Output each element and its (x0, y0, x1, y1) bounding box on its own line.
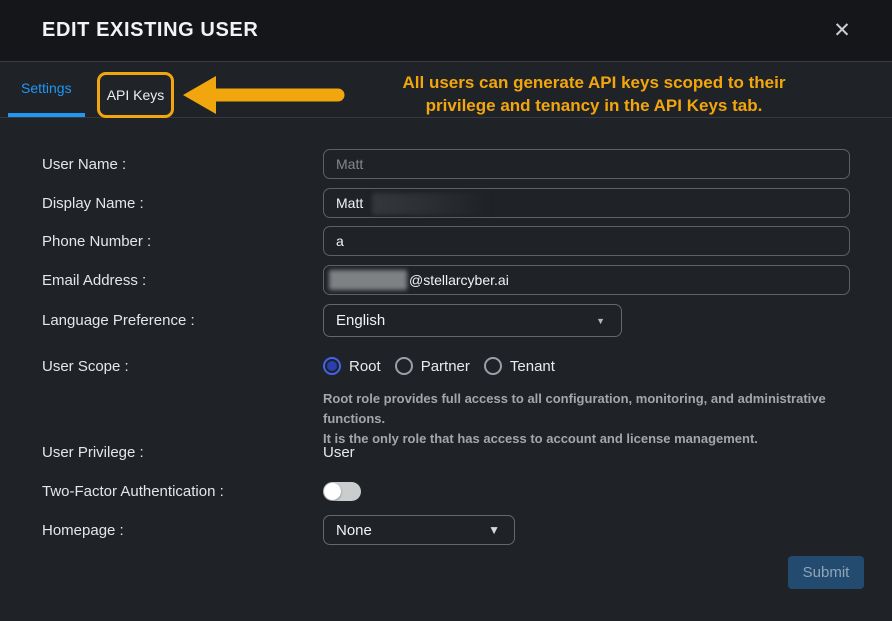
language-label: Language Preference : (42, 312, 323, 329)
privilege-label: User Privilege : (42, 444, 323, 461)
radio-root[interactable]: Root (323, 357, 381, 375)
language-value: English (336, 312, 385, 329)
user-name-placeholder: Matt (336, 156, 363, 172)
toggle-knob (324, 483, 341, 500)
tab-settings[interactable]: Settings (8, 62, 85, 117)
homepage-value: None (336, 522, 372, 539)
phone-value: a (336, 233, 344, 249)
tab-api-keys[interactable]: API Keys (97, 72, 174, 118)
chevron-down-icon: ▼ (596, 316, 605, 326)
display-name-row: Display Name : Matt (42, 188, 850, 218)
tab-bar: Settings API Keys All users can generate… (0, 62, 892, 118)
annotation-arrow-icon (180, 72, 348, 118)
user-scope-label: User Scope : (42, 358, 323, 375)
redacted-text (329, 270, 407, 290)
two-factor-row: Two-Factor Authentication : (42, 480, 850, 502)
page-title: EDIT EXISTING USER (42, 19, 258, 42)
phone-label: Phone Number : (42, 233, 323, 250)
user-scope-radios: Root Partner Tenant (323, 357, 569, 375)
user-name-input[interactable]: Matt (323, 149, 850, 179)
user-scope-help: Root role provides full access to all co… (323, 389, 863, 449)
homepage-row: Homepage : None ▼ (42, 515, 850, 545)
radio-selected-icon (323, 357, 341, 375)
help-line-1: Root role provides full access to all co… (323, 389, 863, 429)
annotation-line-1: All users can generate API keys scoped t… (348, 71, 840, 94)
display-name-value: Matt (336, 195, 363, 211)
modal-header: EDIT EXISTING USER ✕ (0, 0, 892, 62)
display-name-label: Display Name : (42, 195, 323, 212)
privilege-value: User (323, 444, 355, 461)
settings-form: User Name : Matt Display Name : Matt Pho… (0, 118, 892, 621)
annotation-line-2: privilege and tenancy in the API Keys ta… (348, 94, 840, 117)
user-name-label: User Name : (42, 156, 323, 173)
radio-unselected-icon (395, 357, 413, 375)
email-input[interactable]: @stellarcyber.ai (323, 265, 850, 295)
edit-user-modal: EDIT EXISTING USER ✕ Settings API Keys A… (0, 0, 892, 621)
phone-input[interactable]: a (323, 226, 850, 256)
homepage-label: Homepage : (42, 522, 323, 539)
email-value: @stellarcyber.ai (409, 272, 509, 288)
radio-unselected-icon (484, 357, 502, 375)
homepage-select[interactable]: None ▼ (323, 515, 515, 545)
radio-tenant[interactable]: Tenant (484, 357, 555, 375)
privilege-row: User Privilege : User (42, 441, 850, 463)
phone-row: Phone Number : a (42, 226, 850, 256)
submit-button[interactable]: Submit (788, 556, 864, 589)
radio-partner-label: Partner (421, 358, 470, 375)
email-row: Email Address : @stellarcyber.ai (42, 265, 850, 295)
radio-root-label: Root (349, 358, 381, 375)
radio-partner[interactable]: Partner (395, 357, 470, 375)
annotation-text: All users can generate API keys scoped t… (348, 71, 840, 117)
close-icon[interactable]: ✕ (830, 18, 854, 42)
language-row: Language Preference : English ▼ (42, 304, 850, 337)
dropdown-arrow-icon: ▼ (488, 523, 500, 537)
user-scope-row: User Scope : Root Partner Tenant (42, 353, 850, 379)
radio-tenant-label: Tenant (510, 358, 555, 375)
user-name-row: User Name : Matt (42, 149, 850, 179)
two-factor-toggle[interactable] (323, 482, 361, 501)
two-factor-label: Two-Factor Authentication : (42, 483, 323, 500)
display-name-input[interactable]: Matt (323, 188, 850, 218)
language-select[interactable]: English ▼ (323, 304, 622, 337)
redacted-text (372, 193, 490, 215)
email-label: Email Address : (42, 272, 323, 289)
